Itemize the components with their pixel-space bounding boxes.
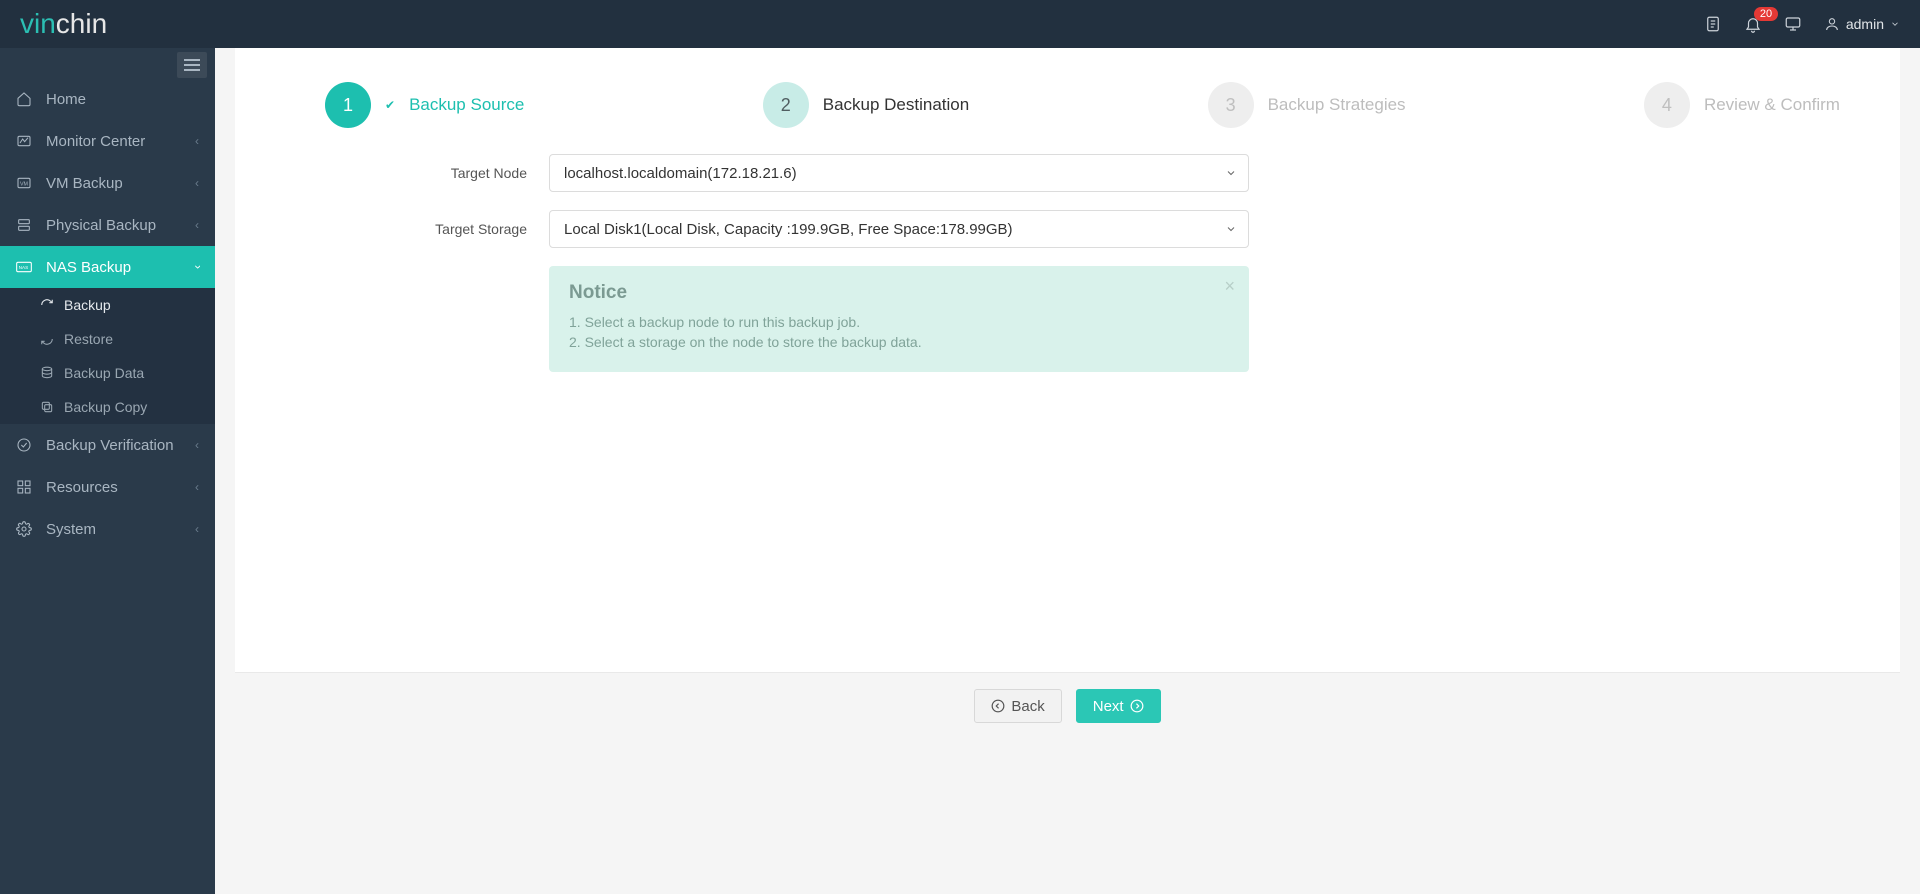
footer-actions: Back Next bbox=[235, 672, 1900, 739]
gear-icon bbox=[16, 521, 32, 537]
sub-restore-label: Restore bbox=[64, 331, 113, 347]
nav-system-label: System bbox=[46, 521, 96, 538]
target-storage-select[interactable]: Local Disk1(Local Disk, Capacity :199.9G… bbox=[549, 210, 1249, 248]
nav-monitor[interactable]: Monitor Center ‹ bbox=[0, 120, 215, 162]
nav-nas-backup-sub-data[interactable]: Backup Data bbox=[0, 356, 215, 390]
monitor-icon bbox=[16, 133, 32, 149]
nav-verify-label: Backup Verification bbox=[46, 437, 174, 454]
step-backup-destination[interactable]: 2 Backup Destination bbox=[763, 82, 969, 128]
nav-nas-label: NAS Backup bbox=[46, 259, 131, 276]
notice-line-1: 1. Select a backup node to run this back… bbox=[569, 314, 1229, 330]
chevron-down-icon: ‹ bbox=[190, 265, 204, 269]
nav-nas-backup-sub-copy[interactable]: Backup Copy bbox=[0, 390, 215, 424]
step-3-label: Backup Strategies bbox=[1268, 95, 1406, 115]
nav-vm-backup[interactable]: VM VM Backup ‹ bbox=[0, 162, 215, 204]
nav-home[interactable]: Home bbox=[0, 78, 215, 120]
nav-monitor-label: Monitor Center bbox=[46, 133, 145, 150]
step-2-label: Backup Destination bbox=[823, 95, 969, 115]
arrow-left-icon bbox=[991, 699, 1005, 713]
nav-vm-label: VM Backup bbox=[46, 175, 123, 192]
sub-data-label: Backup Data bbox=[64, 365, 144, 381]
top-bar: vinchin 20 admin bbox=[0, 0, 1920, 48]
notice-line-2: 2. Select a storage on the node to store… bbox=[569, 334, 1229, 350]
notice-title: Notice bbox=[569, 282, 1229, 304]
target-node-label: Target Node bbox=[275, 165, 549, 181]
step-backup-source[interactable]: 1 ✔ Backup Source bbox=[325, 82, 524, 128]
wizard-steps: 1 ✔ Backup Source 2 Backup Destination 3… bbox=[275, 78, 1860, 154]
next-button-label: Next bbox=[1093, 698, 1124, 715]
chevron-left-icon: ‹ bbox=[195, 218, 199, 232]
chevron-left-icon: ‹ bbox=[195, 134, 199, 148]
chevron-left-icon: ‹ bbox=[195, 480, 199, 494]
step-3-number: 3 bbox=[1208, 82, 1254, 128]
nas-icon: NAS bbox=[16, 260, 32, 274]
user-name: admin bbox=[1846, 16, 1884, 32]
nav-nas-backup-sub-backup[interactable]: Backup bbox=[0, 288, 215, 322]
home-icon bbox=[16, 91, 32, 107]
display-icon[interactable] bbox=[1784, 15, 1802, 33]
nav-nas-backup[interactable]: NAS NAS Backup ‹ bbox=[0, 246, 215, 288]
step-backup-strategies[interactable]: 3 Backup Strategies bbox=[1208, 82, 1406, 128]
notice-box: × Notice 1. Select a backup node to run … bbox=[549, 266, 1249, 372]
nav-system[interactable]: System ‹ bbox=[0, 508, 215, 550]
nav-resources[interactable]: Resources ‹ bbox=[0, 466, 215, 508]
logo[interactable]: vinchin bbox=[20, 8, 107, 40]
verify-icon bbox=[16, 437, 32, 453]
nav-backup-verification[interactable]: Backup Verification ‹ bbox=[0, 424, 215, 466]
nav-physical-backup[interactable]: Physical Backup ‹ bbox=[0, 204, 215, 246]
step-4-label: Review & Confirm bbox=[1704, 95, 1840, 115]
copy-icon bbox=[40, 400, 54, 414]
step-1-label: Backup Source bbox=[409, 95, 524, 115]
target-storage-label: Target Storage bbox=[275, 221, 549, 237]
nav-home-label: Home bbox=[46, 91, 86, 108]
logo-part1: vin bbox=[20, 8, 56, 40]
bell-icon[interactable]: 20 bbox=[1744, 15, 1762, 33]
back-button-label: Back bbox=[1011, 698, 1044, 715]
grid-icon bbox=[16, 479, 32, 495]
target-node-select[interactable]: localhost.localdomain(172.18.21.6) bbox=[549, 154, 1249, 192]
svg-text:NAS: NAS bbox=[19, 265, 29, 270]
back-button[interactable]: Back bbox=[974, 689, 1061, 723]
cycle-icon bbox=[40, 298, 54, 312]
user-menu[interactable]: admin bbox=[1824, 16, 1900, 32]
nav-physical-label: Physical Backup bbox=[46, 217, 156, 234]
log-icon[interactable] bbox=[1704, 15, 1722, 33]
chevron-left-icon: ‹ bbox=[195, 522, 199, 536]
chevron-left-icon: ‹ bbox=[195, 176, 199, 190]
sidebar-toggle[interactable] bbox=[177, 52, 207, 78]
step-1-number: 1 bbox=[325, 82, 371, 128]
step-4-number: 4 bbox=[1644, 82, 1690, 128]
undo-icon bbox=[40, 332, 54, 346]
chevron-left-icon: ‹ bbox=[195, 438, 199, 452]
server-icon bbox=[16, 217, 32, 233]
close-icon[interactable]: × bbox=[1224, 276, 1235, 297]
nav-nas-backup-sub-restore[interactable]: Restore bbox=[0, 322, 215, 356]
sub-copy-label: Backup Copy bbox=[64, 399, 147, 415]
nav-resources-label: Resources bbox=[46, 479, 118, 496]
arrow-right-icon bbox=[1130, 699, 1144, 713]
check-icon: ✔ bbox=[385, 98, 395, 112]
content-panel: 1 ✔ Backup Source 2 Backup Destination 3… bbox=[235, 48, 1900, 672]
step-2-number: 2 bbox=[763, 82, 809, 128]
chevron-down-icon bbox=[1890, 19, 1900, 29]
vm-icon: VM bbox=[16, 175, 32, 191]
svg-text:VM: VM bbox=[20, 182, 28, 188]
notification-badge: 20 bbox=[1754, 7, 1778, 21]
database-icon bbox=[40, 366, 54, 380]
next-button[interactable]: Next bbox=[1076, 689, 1161, 723]
topbar-right: 20 admin bbox=[1704, 15, 1900, 33]
logo-part2: chin bbox=[56, 8, 107, 40]
user-icon bbox=[1824, 16, 1840, 32]
sidebar: Home Monitor Center ‹ VM VM Backup ‹ Phy… bbox=[0, 48, 215, 894]
step-review-confirm[interactable]: 4 Review & Confirm bbox=[1644, 82, 1840, 128]
sub-backup-label: Backup bbox=[64, 297, 111, 313]
